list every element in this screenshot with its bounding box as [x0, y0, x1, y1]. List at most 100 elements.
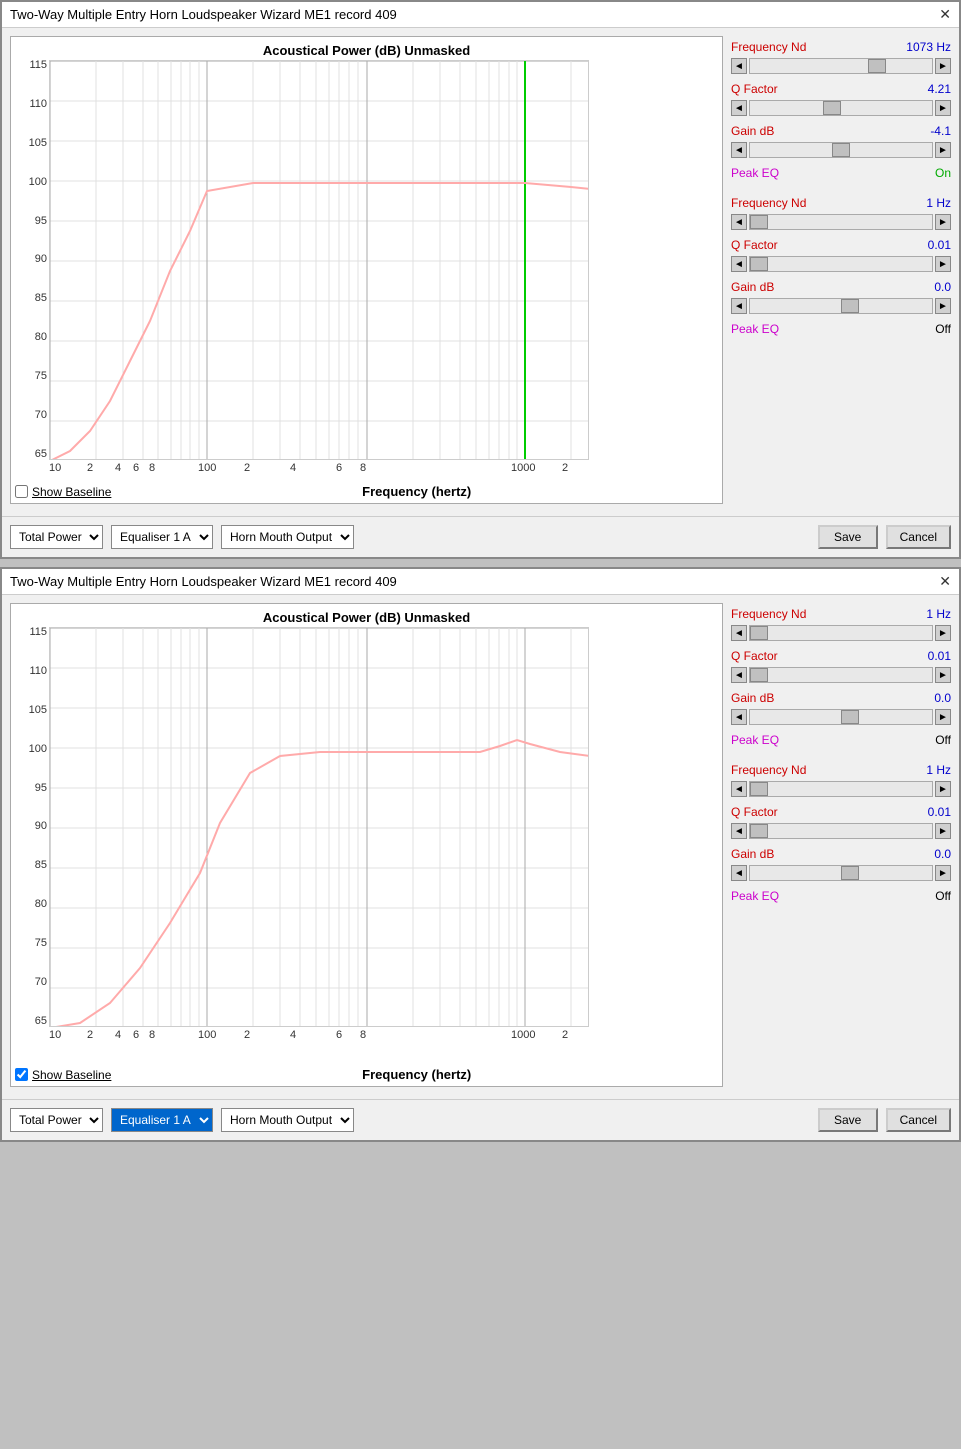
eq2-freq-value: 1 Hz [926, 196, 951, 210]
eq1-q-right-arrow[interactable]: ► [935, 100, 951, 116]
eq2-gain-thumb[interactable] [841, 299, 859, 313]
chart-title-1: Acoustical Power (dB) Unmasked [11, 37, 722, 60]
eq2-gain-left-arrow[interactable]: ◄ [731, 298, 747, 314]
eq2-q-thumb[interactable] [750, 257, 768, 271]
eq1-gain-slider[interactable]: ◄ ► [731, 142, 951, 158]
eq2-freq-left-arrow[interactable]: ◄ [731, 214, 747, 230]
eq2-q-track[interactable] [749, 256, 933, 272]
chart-area-1: Acoustical Power (dB) Unmasked 115 110 1… [10, 36, 723, 504]
window-content-1: Acoustical Power (dB) Unmasked 115 110 1… [2, 28, 959, 512]
horn-mouth-dropdown-1[interactable]: Horn Mouth Output [221, 525, 354, 549]
w2-eq1-freq-track[interactable] [749, 625, 933, 641]
eq1-freq-left-arrow[interactable]: ◄ [731, 58, 747, 74]
eq2-freq-right-arrow[interactable]: ► [935, 214, 951, 230]
eq2-q-slider[interactable]: ◄ ► [731, 256, 951, 272]
show-baseline-checkbox-2[interactable] [15, 1068, 28, 1081]
w2-eq1-q-slider[interactable]: ◄ ► [731, 667, 951, 683]
w2-eq1-freq-label: Frequency Nd [731, 607, 806, 621]
w2-eq1-gain-slider[interactable]: ◄ ► [731, 709, 951, 725]
eq2-freq-slider[interactable]: ◄ ► [731, 214, 951, 230]
show-baseline-row-1: Show Baseline Frequency (hertz) [11, 480, 722, 503]
eq2-freq-track[interactable] [749, 214, 933, 230]
w2-eq1-gain-label: Gain dB [731, 691, 774, 705]
w2-eq2-gain-thumb[interactable] [841, 866, 859, 880]
w2-eq2-freq-left-arrow[interactable]: ◄ [731, 781, 747, 797]
show-baseline-label-1[interactable]: Show Baseline [32, 485, 111, 499]
eq1-q-slider[interactable]: ◄ ► [731, 100, 951, 116]
equaliser-dropdown-2[interactable]: Equaliser 1 A [111, 1108, 213, 1132]
w2-eq2-gain-slider[interactable]: ◄ ► [731, 865, 951, 881]
show-baseline-label-2[interactable]: Show Baseline [32, 1068, 111, 1082]
cancel-button-2[interactable]: Cancel [886, 1108, 951, 1132]
w2-eq1-q-thumb[interactable] [750, 668, 768, 682]
w2-eq2-gain-value: 0.0 [934, 847, 951, 861]
eq2-q-row: Q Factor 0.01 [731, 238, 951, 252]
eq1-q-left-arrow[interactable]: ◄ [731, 100, 747, 116]
eq1-gain-track[interactable] [749, 142, 933, 158]
eq1-gain-row: Gain dB -4.1 [731, 124, 951, 138]
eq1-q-thumb[interactable] [823, 101, 841, 115]
eq2-gain-row: Gain dB 0.0 [731, 280, 951, 294]
total-power-dropdown-2[interactable]: Total Power [10, 1108, 103, 1132]
w2-eq1-q-value: 0.01 [928, 649, 951, 663]
eq2-gain-track[interactable] [749, 298, 933, 314]
w2-eq1-gain-right-arrow[interactable]: ► [935, 709, 951, 725]
save-button-1[interactable]: Save [818, 525, 878, 549]
eq2-gain-right-arrow[interactable]: ► [935, 298, 951, 314]
w2-eq2-freq-slider[interactable]: ◄ ► [731, 781, 951, 797]
w2-eq1-q-label: Q Factor [731, 649, 778, 663]
w2-eq1-freq-right-arrow[interactable]: ► [935, 625, 951, 641]
w2-eq2-gain-left-arrow[interactable]: ◄ [731, 865, 747, 881]
w2-eq2-q-slider[interactable]: ◄ ► [731, 823, 951, 839]
w2-eq2-freq-value: 1 Hz [926, 763, 951, 777]
right-panel-1: Frequency Nd 1073 Hz ◄ ► Q Factor 4.21 ◄… [731, 36, 951, 504]
eq1-gain-left-arrow[interactable]: ◄ [731, 142, 747, 158]
eq1-freq-track[interactable] [749, 58, 933, 74]
eq2-q-right-arrow[interactable]: ► [935, 256, 951, 272]
w2-eq1-freq-left-arrow[interactable]: ◄ [731, 625, 747, 641]
eq2-gain-slider[interactable]: ◄ ► [731, 298, 951, 314]
save-button-2[interactable]: Save [818, 1108, 878, 1132]
w2-eq2-gain-track[interactable] [749, 865, 933, 881]
w2-eq2-q-left-arrow[interactable]: ◄ [731, 823, 747, 839]
eq2-freq-row: Frequency Nd 1 Hz [731, 196, 951, 210]
w2-eq1-gain-track[interactable] [749, 709, 933, 725]
w2-eq2-freq-label: Frequency Nd [731, 763, 806, 777]
cancel-button-1[interactable]: Cancel [886, 525, 951, 549]
w2-eq2-freq-right-arrow[interactable]: ► [935, 781, 951, 797]
eq2-gain-label: Gain dB [731, 280, 774, 294]
w2-eq2-freq-thumb[interactable] [750, 782, 768, 796]
chart-area-2: Acoustical Power (dB) Unmasked 115 110 1… [10, 603, 723, 1087]
eq2-freq-thumb[interactable] [750, 215, 768, 229]
w2-eq1-peak-value: Off [935, 733, 951, 747]
w2-eq2-q-right-arrow[interactable]: ► [935, 823, 951, 839]
w2-eq2-q-thumb[interactable] [750, 824, 768, 838]
eq2-q-left-arrow[interactable]: ◄ [731, 256, 747, 272]
w2-eq1-gain-thumb[interactable] [841, 710, 859, 724]
close-button-2[interactable]: ✕ [939, 573, 951, 590]
w2-eq2-q-track[interactable] [749, 823, 933, 839]
w2-eq1-freq-slider[interactable]: ◄ ► [731, 625, 951, 641]
w2-eq1-gain-left-arrow[interactable]: ◄ [731, 709, 747, 725]
w2-eq2-freq-row: Frequency Nd 1 Hz [731, 763, 951, 777]
eq1-q-track[interactable] [749, 100, 933, 116]
close-button-1[interactable]: ✕ [939, 6, 951, 23]
eq1-freq-right-arrow[interactable]: ► [935, 58, 951, 74]
equaliser-dropdown-1[interactable]: Equaliser 1 A [111, 525, 213, 549]
show-baseline-checkbox-1[interactable] [15, 485, 28, 498]
w2-eq1-q-left-arrow[interactable]: ◄ [731, 667, 747, 683]
eq2-gain-value: 0.0 [934, 280, 951, 294]
total-power-dropdown-1[interactable]: Total Power [10, 525, 103, 549]
w2-eq1-q-track[interactable] [749, 667, 933, 683]
eq1-freq-thumb[interactable] [868, 59, 886, 73]
eq1-gain-thumb[interactable] [832, 143, 850, 157]
eq1-freq-slider[interactable]: ◄ ► [731, 58, 951, 74]
w2-eq2-freq-track[interactable] [749, 781, 933, 797]
titlebar-1: Two-Way Multiple Entry Horn Loudspeaker … [2, 2, 959, 28]
w2-eq1-freq-thumb[interactable] [750, 626, 768, 640]
eq1-gain-right-arrow[interactable]: ► [935, 142, 951, 158]
w2-eq2-gain-right-arrow[interactable]: ► [935, 865, 951, 881]
w2-eq1-q-right-arrow[interactable]: ► [935, 667, 951, 683]
show-baseline-row-2: Show Baseline Frequency (hertz) [11, 1063, 722, 1086]
horn-mouth-dropdown-2[interactable]: Horn Mouth Output [221, 1108, 354, 1132]
